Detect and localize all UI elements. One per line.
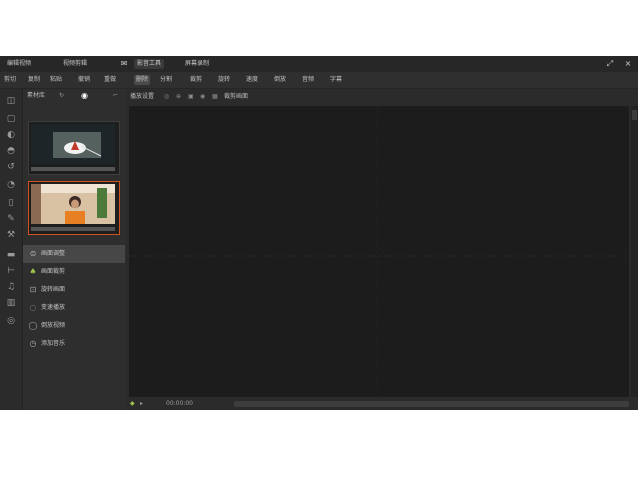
- panel-title: 素材库: [27, 92, 46, 99]
- play-button-icon[interactable]: ▸: [140, 399, 143, 409]
- menu-item[interactable]: 分割: [160, 75, 172, 85]
- effect-item[interactable]: ◌ 变速播放: [23, 299, 125, 317]
- title-bar: 编辑视频 视频剪辑 ✉ 影音工具 屏幕录制 ⤢ ×: [0, 56, 638, 72]
- refresh-icon[interactable]: ↻: [59, 91, 64, 101]
- canvas-guides: [129, 106, 629, 397]
- tab-tools[interactable]: 影音工具: [134, 59, 165, 69]
- media-icon[interactable]: ▢: [5, 113, 17, 125]
- thumbnail-image: [31, 124, 115, 164]
- play-icon[interactable]: ◎: [164, 92, 169, 102]
- effect-icon: ⊜: [29, 249, 37, 258]
- preview-status-bar: ◆ ▸ 00:00:00: [126, 398, 638, 410]
- menu-item[interactable]: 重做: [104, 75, 116, 85]
- preview-label: 播放设置: [130, 93, 155, 100]
- effect-item[interactable]: ◷ 添加音乐: [23, 335, 125, 353]
- effect-label: 画面裁剪: [41, 268, 66, 275]
- effect-label: 变速播放: [41, 304, 66, 311]
- tab-screen-record[interactable]: 屏幕录制: [182, 59, 212, 69]
- app-window: 编辑视频 视频剪辑 ✉ 影音工具 屏幕录制 ⤢ × 剪切 复制 粘贴 撤销 重做…: [0, 56, 638, 410]
- more-icon[interactable]: ⌐: [113, 91, 118, 101]
- menu-toolbar: 剪切 复制 粘贴 撤销 重做 删除 分割 裁剪 旋转 速度 倒放 音频 字幕: [0, 72, 638, 89]
- media-panel: 素材库 ↻ ◉ ⌐ ⊜ 画面调整 ♠ 画面裁剪 ⊡ 旋转画面 ◌ 变速播放 ◯ …: [23, 89, 125, 410]
- audio-icon[interactable]: ◐: [5, 129, 17, 141]
- zoom-icon[interactable]: ⊕: [176, 92, 181, 102]
- eye-icon[interactable]: ◉: [81, 91, 88, 101]
- close-icon[interactable]: ×: [622, 58, 634, 70]
- menu-item[interactable]: 旋转: [218, 75, 230, 85]
- text-icon[interactable]: ◓: [5, 145, 17, 157]
- panel-header: 素材库 ↻ ◉ ⌐: [23, 89, 125, 103]
- status-time: 00:00:00: [166, 400, 193, 407]
- settings-icon[interactable]: ◎: [5, 315, 17, 327]
- sticker-icon[interactable]: ↺: [5, 161, 17, 173]
- effect-label: 倒放视频: [41, 322, 66, 329]
- thumbnail-image: [31, 184, 115, 224]
- crop-icon[interactable]: ⊢: [5, 265, 17, 277]
- effect-label: 添加音乐: [41, 340, 66, 347]
- tab-edit-video[interactable]: 编辑视频: [4, 59, 34, 69]
- menu-item[interactable]: 撤销: [78, 75, 90, 85]
- video-canvas[interactable]: [129, 106, 629, 397]
- menu-item[interactable]: 剪切: [4, 75, 16, 85]
- fit-icon[interactable]: ▣: [188, 92, 194, 102]
- menu-item[interactable]: 音频: [302, 75, 314, 85]
- home-icon[interactable]: ◫: [5, 95, 17, 107]
- rotate-icon: ⊡: [29, 285, 37, 294]
- effect-item[interactable]: ♠ 画面裁剪: [23, 263, 125, 281]
- effect-label: 画面调整: [41, 250, 66, 257]
- effects-list: ⊜ 画面调整 ♠ 画面裁剪 ⊡ 旋转画面 ◌ 变速播放 ◯ 倒放视频 ◷ 添加音…: [23, 245, 125, 353]
- menu-item[interactable]: 倒放: [274, 75, 286, 85]
- menu-item-selected[interactable]: 删除: [134, 75, 151, 85]
- menu-item[interactable]: 复制: [28, 75, 40, 85]
- music-icon[interactable]: ♫: [5, 281, 17, 293]
- left-rail: ◫ ▢ ◐ ◓ ↺ ◔ ▯ ✎ ⚒ ▬ ⊢ ♫ ▥ ◎: [0, 89, 23, 410]
- media-thumbnail[interactable]: [28, 121, 120, 175]
- menu-item[interactable]: 字幕: [330, 75, 342, 85]
- pin-icon[interactable]: ⤢: [604, 58, 616, 70]
- export-icon[interactable]: ▥: [5, 297, 17, 309]
- reverse-icon: ◯: [28, 321, 38, 330]
- menu-item[interactable]: 粘贴: [50, 75, 62, 85]
- effect-item[interactable]: ◯ 倒放视频: [23, 317, 125, 335]
- timeline-scrollbar[interactable]: [234, 401, 629, 407]
- folder-icon[interactable]: ▬: [5, 249, 17, 261]
- filter-icon[interactable]: ◔: [5, 179, 17, 191]
- thumbnail-progress: [31, 227, 115, 231]
- thumbnail-progress: [31, 167, 115, 171]
- menu-item[interactable]: 裁剪: [190, 75, 202, 85]
- crop-icon: ♠: [29, 267, 37, 276]
- effect-label: 旋转画面: [41, 286, 66, 293]
- mail-icon[interactable]: ✉: [118, 58, 130, 70]
- effect-item[interactable]: ⊡ 旋转画面: [23, 281, 125, 299]
- media-thumbnail-selected[interactable]: [28, 181, 120, 235]
- scrollbar-thumb[interactable]: [632, 110, 637, 120]
- speed-icon: ◌: [29, 303, 37, 312]
- preview-toolbar: 播放设置 ◎ ⊕ ▣ ◉ ▦ 裁剪画面: [126, 89, 638, 105]
- tool-label[interactable]: 裁剪画面: [224, 92, 248, 102]
- effect-icon[interactable]: ▯: [5, 197, 17, 209]
- menu-item[interactable]: 速度: [246, 75, 258, 85]
- tools-icon[interactable]: ⚒: [5, 229, 17, 241]
- music-icon: ◷: [29, 339, 37, 348]
- status-icon: ◆: [130, 400, 135, 407]
- vertical-scrollbar[interactable]: [631, 106, 638, 397]
- snapshot-icon[interactable]: ◉: [200, 92, 205, 102]
- grid-icon[interactable]: ▦: [212, 92, 218, 102]
- effect-item-active[interactable]: ⊜ 画面调整: [23, 245, 125, 263]
- transition-icon[interactable]: ✎: [5, 213, 17, 225]
- tab-video-clip[interactable]: 视频剪辑: [60, 59, 90, 69]
- preview-area: 播放设置 ◎ ⊕ ▣ ◉ ▦ 裁剪画面 ◆ ▸ 00:00:00: [126, 89, 638, 410]
